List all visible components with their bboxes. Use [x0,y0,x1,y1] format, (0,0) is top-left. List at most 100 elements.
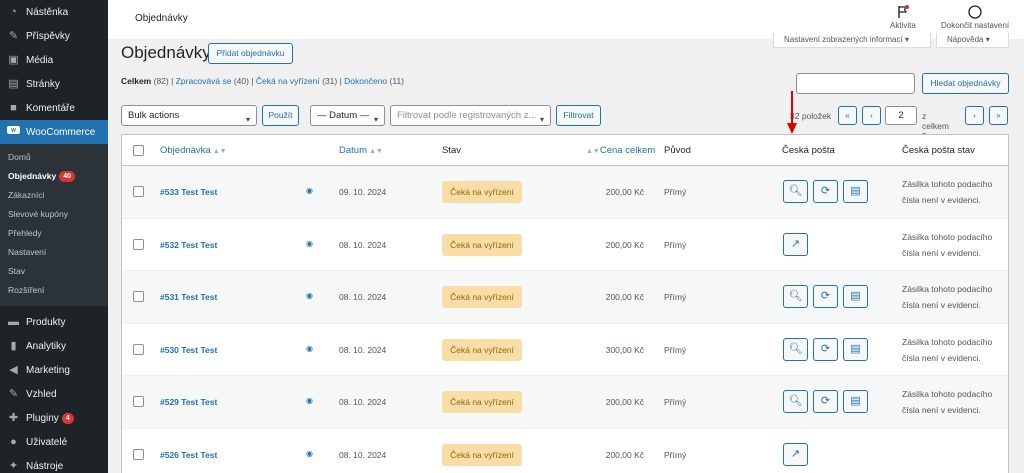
sidebar-item-marketing[interactable]: ◀ Marketing [0,358,108,382]
cp-refresh-button[interactable]: ⟳ [813,285,838,308]
sidebar-item-pluginy[interactable]: ✚ Pluginy 4 [0,406,108,430]
eye-icon[interactable]: ◉ [306,449,313,458]
search-icon: 🔍︎ [788,342,803,355]
sidebar-item-label: Nástroje [26,460,64,472]
filter-button[interactable]: Filtrovat [556,105,601,126]
row-checkbox[interactable] [133,291,144,302]
submenu-customers[interactable]: Zákazníci [0,186,108,205]
cp-refresh-button[interactable]: ⟳ [813,337,838,361]
col-order-label: Objednávka [160,145,211,156]
submenu-status[interactable]: Stav [0,262,108,281]
refresh-icon: ⟳ [820,342,831,355]
status-badge: Čeká na vyřízení [442,233,522,256]
prev-page-button[interactable]: ‹ [862,106,881,125]
row-checkbox[interactable] [133,186,144,197]
header-title: Objednávky [135,13,188,24]
row-checkbox[interactable] [133,448,144,460]
sidebar-item-label: Uživatelé [26,436,68,448]
sidebar-item-label: Marketing [26,364,70,376]
view-processing[interactable]: Zpracovává se (40) [176,76,249,86]
order-origin: Přímý [664,292,687,302]
submenu-settings[interactable]: Nastavení [0,243,108,262]
sidebar-item-prispevky[interactable]: ✎ Příspěvky [0,24,108,48]
row-checkbox[interactable] [133,343,144,355]
products-icon: ▬ [8,315,19,328]
sidebar-item-nastenka[interactable]: ◔ Nástěnka [0,0,108,24]
sidebar-item-produkty[interactable]: ▬ Produkty [0,310,108,334]
order-link[interactable]: #533 Test Test [160,187,217,197]
cp-label-button[interactable]: ▤ [843,390,868,413]
select-all-checkbox[interactable] [133,145,144,156]
cp-label-button[interactable]: ▤ [843,285,868,308]
finish-setup-label: Dokončit nastavení [941,21,1010,30]
order-origin: Přímý [664,239,687,250]
cp-status-text: Zásilka tohoto podacího čísla není v evi… [902,231,993,258]
screen-options-toggle[interactable]: Nastavení zobrazených informací ▾ [773,33,931,48]
add-order-button[interactable]: Přidat objednávku [208,43,293,64]
view-all[interactable]: Celkem (82) [121,76,169,86]
submenu-reports[interactable]: Přehledy [0,224,108,243]
row-checkbox[interactable] [133,396,144,407]
cp-refresh-button[interactable]: ⟳ [813,390,838,413]
date-filter-select[interactable]: — Datum — ▾ [310,105,385,126]
eye-icon[interactable]: ◉ [306,344,313,353]
finish-setup-button[interactable]: Dokončit nastavení [941,5,1009,30]
eye-icon[interactable]: ◉ [306,239,313,248]
next-page-button[interactable]: › [965,106,984,125]
sidebar-item-komentare[interactable]: ■ Komentáře [0,96,108,120]
eye-icon[interactable]: ◉ [306,291,313,300]
cp-create-shipment-button[interactable]: ↗ [783,232,808,256]
sidebar-item-woocommerce[interactable]: W WooCommerce [0,120,108,144]
col-date[interactable]: Datum ▲▼ [339,145,383,156]
sidebar-item-media[interactable]: ▣ Média [0,48,108,72]
cp-search-button[interactable]: 🔍︎ [783,180,808,203]
order-link[interactable]: #529 Test Test [160,397,217,407]
order-date: 08. 10. 2024 [339,449,387,460]
submenu-extensions[interactable]: Rozšíření [0,281,108,300]
first-page-button[interactable]: « [838,106,857,125]
status-badge: Čeká na vyřízení [442,286,522,308]
help-toggle[interactable]: Nápověda ▾ [936,33,1009,48]
order-link[interactable]: #531 Test Test [160,292,217,302]
submenu-orders[interactable]: Objednávky 40 [0,167,108,186]
sidebar-item-uzivatele[interactable]: ● Uživatelé [0,430,108,454]
order-link[interactable]: #526 Test Test [160,450,217,460]
order-origin: Přímý [664,344,687,355]
sidebar-item-nastroje[interactable]: ✦ Nástroje [0,454,108,473]
cp-search-button[interactable]: 🔍︎ [783,390,808,413]
search-orders-button[interactable]: Hledat objednávky [922,73,1009,94]
col-order[interactable]: Objednávka ▲▼ [160,145,227,156]
apply-bulk-button[interactable]: Použít [262,105,299,126]
col-total[interactable]: ▲▼Cena celkem [584,145,655,156]
eye-icon[interactable]: ◉ [306,396,313,405]
sidebar-item-stranky[interactable]: ▤ Stránky [0,72,108,96]
sidebar-item-label: Analytiky [26,340,67,352]
order-link[interactable]: #532 Test Test [160,240,217,250]
order-link[interactable]: #530 Test Test [160,345,217,355]
activity-button[interactable]: Aktivita [890,5,916,30]
cp-create-shipment-button[interactable]: ↗ [783,442,808,466]
cp-label-button[interactable]: ▤ [843,337,868,361]
cp-search-button[interactable]: 🔍︎ [783,285,808,308]
sidebar-item-analytiky[interactable]: ▮ Analytiky [0,334,108,358]
submenu-coupons[interactable]: Slevové kupóny [0,205,108,224]
view-completed[interactable]: Dokončeno (11) [344,76,404,86]
row-checkbox[interactable] [133,238,144,250]
customer-filter-select[interactable]: Filtrovat podle registrovaných z... ▾ [390,105,551,126]
submenu-orders-label: Objednávky [8,171,57,181]
annotation-arrow-icon [787,91,797,134]
sidebar-item-label: Stránky [26,78,60,90]
current-page-input[interactable]: 2 [885,106,917,125]
cp-label-button[interactable]: ▤ [843,180,868,203]
cp-refresh-button[interactable]: ⟳ [813,180,838,203]
view-pending[interactable]: Čeká na vyřízení (31) [256,76,337,86]
order-search-input[interactable] [796,73,915,94]
caret-down-icon: ▾ [904,35,909,44]
cp-search-button[interactable]: 🔍︎ [783,337,808,361]
last-page-button[interactable]: » [989,106,1008,125]
document-icon: ▤ [850,342,861,355]
sidebar-item-vzhled[interactable]: ✎ Vzhled [0,382,108,406]
bulk-actions-select[interactable]: Bulk actions ▾ [121,105,257,126]
submenu-home[interactable]: Domů [0,148,108,167]
eye-icon[interactable]: ◉ [306,186,313,195]
